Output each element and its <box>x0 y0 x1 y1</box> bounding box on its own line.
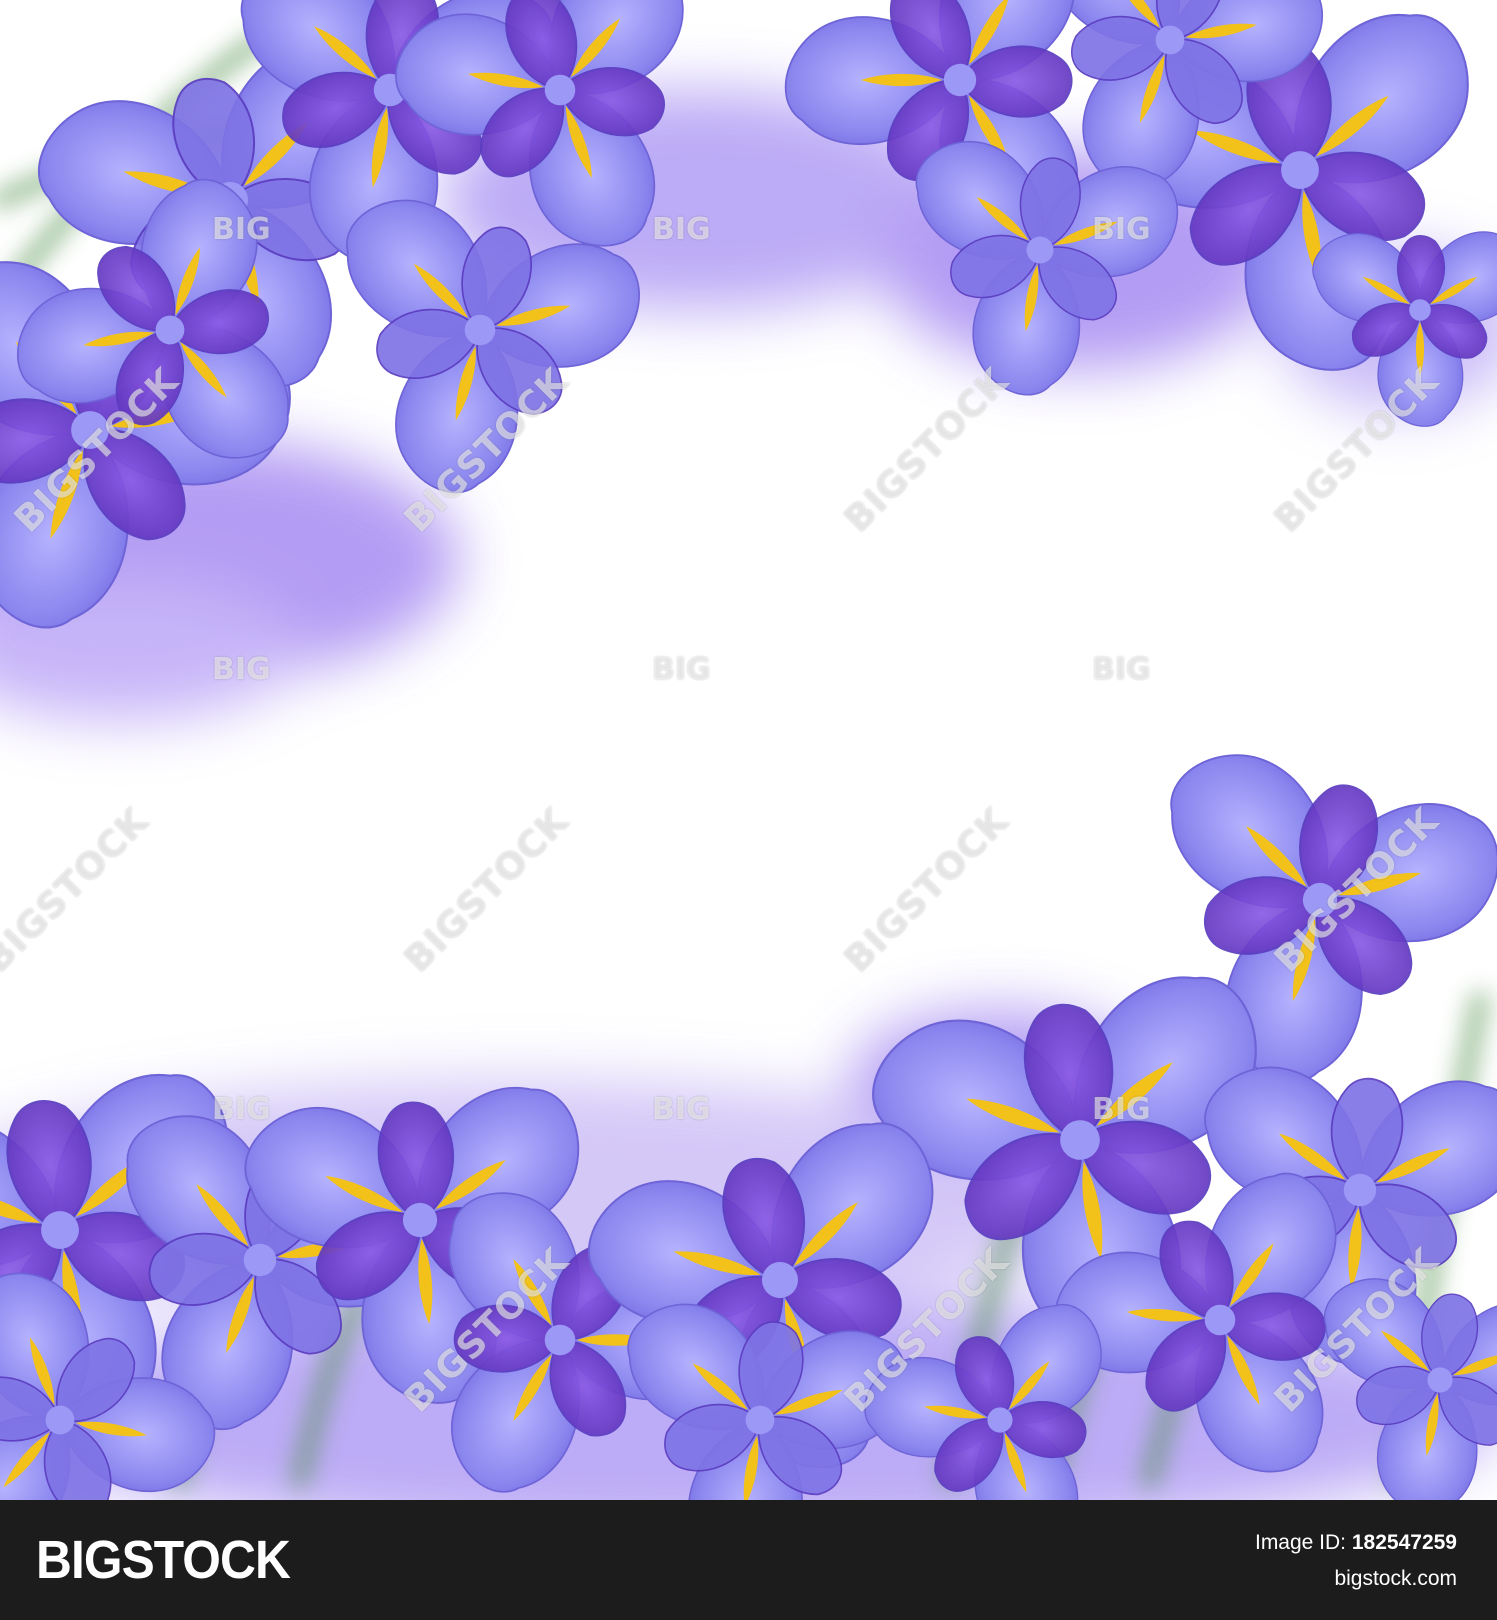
bigstock-logo: BIGSTOCK <box>36 1530 291 1590</box>
image-id-value: 182547259 <box>1351 1531 1457 1554</box>
image-id-label: Image ID: <box>1254 1531 1347 1554</box>
iris-illustration <box>0 0 1497 1500</box>
stock-footer: BIGSTOCK Image ID: 182547259 bigstock.co… <box>0 1500 1497 1620</box>
site-url: bigstock.com <box>1334 1567 1457 1590</box>
iris-photo: BIG BIG BIG BIG BIG BIG BIG BIG BIG BIGS… <box>0 0 1497 1500</box>
image-id: Image ID: 182547259 <box>1255 1530 1457 1556</box>
